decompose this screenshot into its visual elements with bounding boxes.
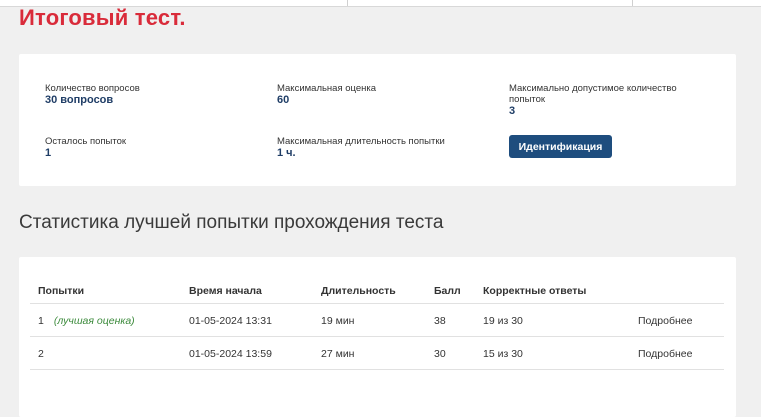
- best-score-label: (лучшая оценка): [53, 315, 135, 327]
- max-attempts-value: 3: [509, 105, 516, 117]
- column-header-score: Балл: [434, 285, 461, 297]
- attempt-score: 30: [434, 348, 446, 360]
- max-duration-field: Максимальная длительность попытки 1 ч.: [277, 136, 445, 160]
- questions-count-value: 30 вопросов: [45, 94, 114, 106]
- table-row-divider: [30, 369, 724, 370]
- remaining-attempts-field: Осталось попыток 1: [45, 136, 126, 160]
- questions-count-field: Количество вопросов 30 вопросов: [45, 83, 140, 107]
- best-attempt-stats-card: Попытки Время начала Длительность Балл К…: [19, 257, 736, 417]
- max-duration-label: Максимальная длительность попытки: [277, 136, 445, 147]
- max-duration-value: 1 ч.: [277, 147, 296, 159]
- attempt-details-link[interactable]: Подробнее: [638, 315, 692, 327]
- attempt-duration: 27 мин: [321, 348, 355, 360]
- column-header-duration: Длительность: [321, 285, 396, 297]
- attempt-number: 1 (лучшая оценка): [38, 315, 135, 327]
- attempt-start-time: 01-05-2024 13:59: [189, 348, 272, 360]
- remaining-attempts-value: 1: [45, 147, 52, 159]
- attempt-correct-answers: 15 из 30: [483, 348, 523, 360]
- attempt-number-value: 2: [38, 348, 44, 360]
- column-header-correct-answers: Корректные ответы: [483, 285, 587, 297]
- attempt-number-value: 1: [38, 315, 44, 327]
- page-title: Итоговый тест.: [19, 5, 186, 30]
- attempt-duration: 19 мин: [321, 315, 355, 327]
- table-row: 1 (лучшая оценка) 01-05-2024 13:31 19 мин…: [19, 304, 736, 336]
- attempt-score: 38: [434, 315, 446, 327]
- attempt-correct-answers: 19 из 30: [483, 315, 523, 327]
- test-info-card: Количество вопросов 30 вопросов Максимал…: [19, 54, 736, 186]
- table-row: 2 01-05-2024 13:59 27 мин 30 15 из 30 По…: [19, 337, 736, 369]
- column-header-attempts: Попытки: [38, 285, 85, 297]
- max-score-field: Максимальная оценка 60: [277, 83, 376, 107]
- max-score-label: Максимальная оценка: [277, 83, 377, 94]
- max-score-value: 60: [277, 94, 290, 106]
- stats-section-title: Статистика лучшей попытки прохождения те…: [19, 212, 444, 233]
- identification-button[interactable]: Идентификация: [509, 135, 612, 158]
- questions-count-label: Количество вопросов: [45, 83, 140, 94]
- max-attempts-label: Максимально допустимое количество попыто…: [509, 83, 677, 105]
- column-header-start-time: Время начала: [189, 285, 262, 297]
- max-attempts-field: Максимально допустимое количество попыто…: [509, 83, 699, 118]
- remaining-attempts-label: Осталось попыток: [45, 136, 127, 147]
- attempt-number: 2: [38, 348, 44, 360]
- attempt-details-link[interactable]: Подробнее: [638, 348, 692, 360]
- attempt-start-time: 01-05-2024 13:31: [189, 315, 272, 327]
